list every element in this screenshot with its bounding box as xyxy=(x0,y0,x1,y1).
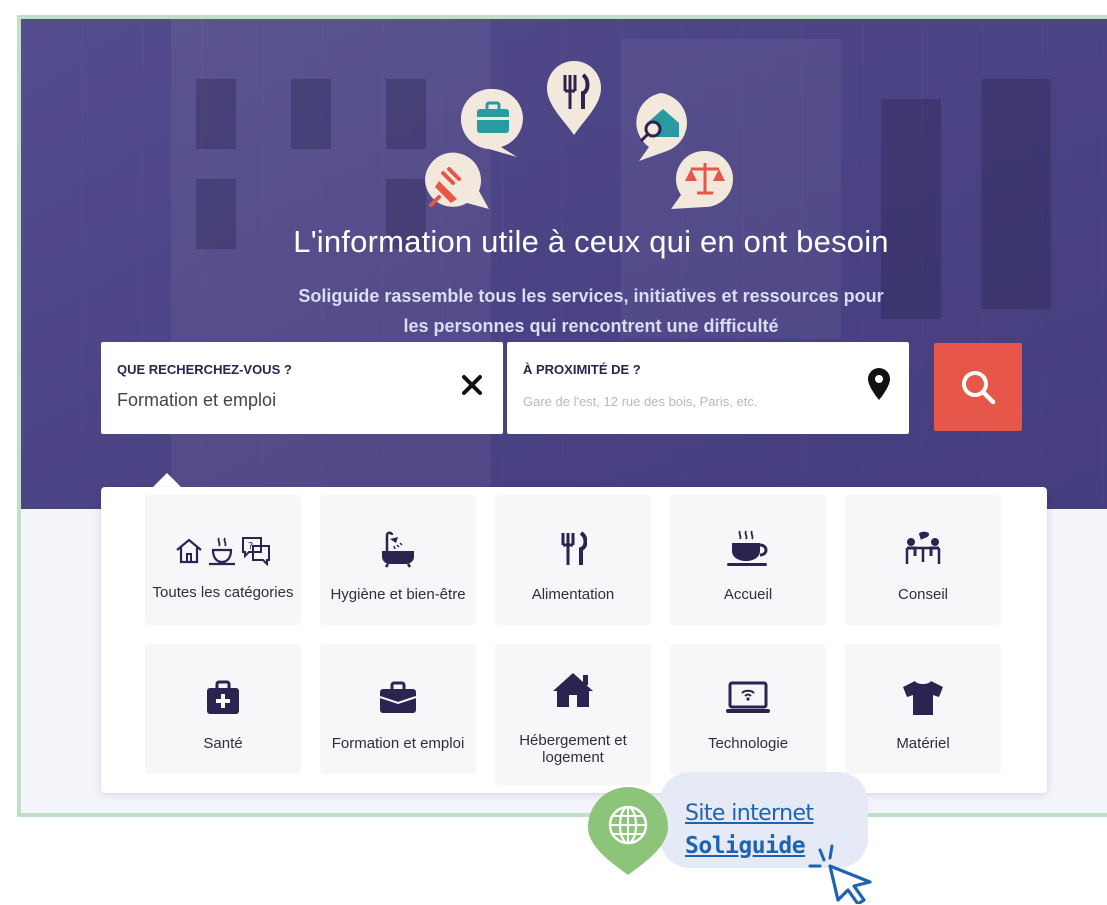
category-label: Hébergement et logement xyxy=(519,732,627,766)
near-search-input[interactable] xyxy=(523,394,843,409)
building-window xyxy=(196,79,236,149)
category-label: Formation et emploi xyxy=(331,735,465,752)
category-label: Santé xyxy=(203,735,243,752)
category-label: Accueil xyxy=(723,586,773,603)
what-search-input[interactable] xyxy=(117,390,437,411)
category-label: Toutes les catégories xyxy=(152,584,294,601)
category-health[interactable]: Santé xyxy=(145,644,301,774)
near-search-label: À PROXIMITÉ DE ? xyxy=(523,362,641,377)
category-label: Alimentation xyxy=(531,586,615,603)
website-link-name[interactable]: Soliguide xyxy=(685,833,806,859)
briefcase-icon xyxy=(461,87,525,159)
building-window xyxy=(291,79,331,149)
location-pin-icon[interactable] xyxy=(867,368,891,400)
hero-subtitle: Soliguide rassemble tous les services, i… xyxy=(21,281,1107,341)
search-button[interactable] xyxy=(934,343,1022,431)
svg-text:?: ? xyxy=(248,541,253,552)
category-training-employment[interactable]: Formation et emploi xyxy=(320,644,476,774)
category-equipment[interactable]: Matériel xyxy=(845,644,1001,774)
category-label: Technologie xyxy=(707,735,789,752)
fork-knife-icon xyxy=(545,59,603,137)
category-hygiene[interactable]: Hygiène et bien-être xyxy=(320,495,476,625)
plug-icon xyxy=(417,151,491,213)
fork-knife-icon xyxy=(495,529,651,569)
bathtub-icon xyxy=(320,529,476,569)
app-frame: L'information utile à ceux qui en ont be… xyxy=(17,15,1107,817)
hero-subtitle-line: Soliguide rassemble tous les services, i… xyxy=(298,286,884,306)
what-search-label: QUE RECHERCHEZ-VOUS ? xyxy=(117,362,292,377)
laptop-wifi-icon xyxy=(670,678,826,718)
category-welcome[interactable]: Accueil xyxy=(670,495,826,625)
hero-banner: L'information utile à ceux qui en ont be… xyxy=(21,19,1107,509)
category-label: Hygiène et bien-être xyxy=(330,586,466,603)
counsel-icon xyxy=(845,529,1001,569)
house-icon xyxy=(495,670,651,710)
cursor-click-icon xyxy=(808,844,874,905)
what-search-field[interactable]: QUE RECHERCHEZ-VOUS ? xyxy=(101,342,503,434)
briefcase-icon xyxy=(320,678,476,718)
all-categories-icon: ? xyxy=(145,529,301,569)
category-all[interactable]: ? Toutes les catégories xyxy=(145,495,301,625)
website-link-text[interactable]: Site internet xyxy=(685,801,814,826)
search-icon xyxy=(962,371,996,405)
near-search-field[interactable]: À PROXIMITÉ DE ? xyxy=(507,342,909,434)
building-window xyxy=(981,79,1051,309)
globe-pin-icon xyxy=(582,785,674,882)
tshirt-icon xyxy=(845,678,1001,718)
dropdown-caret xyxy=(153,473,181,487)
scales-icon xyxy=(667,149,737,211)
medical-kit-icon xyxy=(145,678,301,718)
categories-panel: ? Toutes les catégories Hygiène et bien-… xyxy=(101,487,1047,793)
category-food[interactable]: Alimentation xyxy=(495,495,651,625)
category-technology[interactable]: Technologie xyxy=(670,644,826,774)
category-label: Matériel xyxy=(896,735,950,752)
coffee-cup-icon xyxy=(670,529,826,569)
hero-title: L'information utile à ceux qui en ont be… xyxy=(293,224,889,259)
hero-subtitle-line: les personnes qui rencontrent une diffic… xyxy=(403,316,779,336)
building-window xyxy=(386,79,426,149)
category-housing[interactable]: Hébergement et logement xyxy=(495,644,651,785)
category-advice[interactable]: Conseil xyxy=(845,495,1001,625)
category-label: Conseil xyxy=(897,586,949,603)
clear-icon[interactable] xyxy=(459,372,485,398)
